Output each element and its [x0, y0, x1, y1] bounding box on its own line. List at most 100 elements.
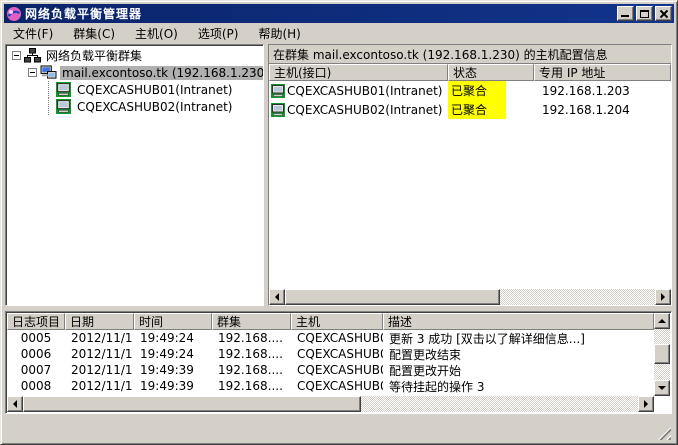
log-row[interactable]: 0006 2012/11/1 19:49:24 192.168.... CQEX…: [7, 346, 654, 362]
scroll-left-icon[interactable]: [7, 396, 23, 412]
scrollbar-thumb[interactable]: [654, 344, 670, 363]
tree-host-label: CQEXCASHUB01(Intranet): [75, 83, 234, 97]
log-vscrollbar[interactable]: [654, 313, 670, 396]
column-header-host-interface[interactable]: 主机(接口): [269, 64, 448, 81]
log-description: 配置更改开始: [383, 362, 654, 378]
log-cluster: 192.168....: [212, 330, 291, 346]
tree-node-host2[interactable]: CQEXCASHUB02(Intranet): [8, 98, 263, 115]
host-private-ip: 192.168.1.204: [534, 100, 671, 119]
host-row[interactable]: CQEXCASHUB01(Intranet) 已聚合 192.168.1.203: [269, 81, 671, 100]
status-badge: 已聚合: [448, 100, 506, 119]
titlebar[interactable]: 网络负载平衡管理器: [4, 4, 674, 23]
tree-host-label: CQEXCASHUB02(Intranet): [75, 100, 234, 114]
host-private-ip: 192.168.1.203: [534, 81, 671, 100]
tree-node-cluster[interactable]: mail.excontoso.tk (192.168.1.230): [8, 64, 263, 81]
tree-node-host1[interactable]: CQEXCASHUB01(Intranet): [8, 81, 263, 98]
log-description: 配置更改结束: [383, 346, 654, 362]
column-header-cluster[interactable]: 群集: [212, 313, 291, 330]
log-entry-id: 0006: [7, 346, 65, 362]
minimize-button[interactable]: [617, 6, 634, 21]
host-converged-icon: [271, 103, 285, 117]
log-cluster: 192.168....: [212, 362, 291, 378]
scroll-right-icon[interactable]: [655, 289, 671, 305]
scrollbar-track[interactable]: [285, 289, 655, 305]
log-cluster: 192.168....: [212, 378, 291, 394]
statusbar: [5, 418, 673, 442]
log-host: CQEXCASHUB02: [291, 378, 383, 394]
menu-file[interactable]: 文件(F): [5, 24, 61, 44]
nlb-clusters-icon: [24, 48, 41, 63]
minimize-icon: [621, 15, 629, 17]
column-header-status[interactable]: 状态: [448, 64, 534, 81]
column-header-host[interactable]: 主机: [291, 313, 383, 330]
host-converged-icon: [55, 99, 72, 114]
log-entry-id: 0007: [7, 362, 65, 378]
log-row[interactable]: 0007 2012/11/1 19:49:39 192.168.... CQEX…: [7, 362, 654, 378]
resize-grip-icon[interactable]: [658, 427, 671, 440]
scroll-up-icon[interactable]: [654, 313, 670, 329]
tree-connector: [48, 98, 49, 115]
log-date: 2012/11/1: [65, 378, 134, 394]
maximize-icon: [640, 10, 649, 18]
log-time: 19:49:24: [134, 330, 212, 346]
log-cluster: 192.168....: [212, 346, 291, 362]
cluster-icon: [40, 65, 57, 80]
host-panel-title: 在群集 mail.excontoso.tk (192.168.1.230) 的主…: [269, 45, 671, 64]
log-time: 19:49:24: [134, 346, 212, 362]
log-row[interactable]: 0008 2012/11/1 19:49:39 192.168.... CQEX…: [7, 378, 654, 394]
scroll-right-icon[interactable]: [638, 396, 654, 412]
event-log-panel: 日志项目 日期 时间 群集 主机 描述 0005 2012/11/1 19:49…: [5, 311, 672, 414]
log-host: CQEXCASHUB01: [291, 330, 383, 346]
event-log-list: 日志项目 日期 时间 群集 主机 描述 0005 2012/11/1 19:49…: [7, 313, 654, 396]
menubar: 文件(F) 群集(C) 主机(O) 选项(P) 帮助(H): [5, 25, 673, 43]
host-row[interactable]: CQEXCASHUB02(Intranet) 已聚合 192.168.1.204: [269, 100, 671, 119]
tree-root-label: 网络负载平衡群集: [44, 47, 144, 64]
log-row[interactable]: 0005 2012/11/1 19:49:24 192.168.... CQEX…: [7, 330, 654, 346]
menu-host[interactable]: 主机(O): [127, 24, 186, 44]
host-name: CQEXCASHUB02(Intranet): [287, 103, 442, 117]
host-converged-icon: [271, 84, 285, 98]
menu-cluster[interactable]: 群集(C): [65, 24, 123, 44]
scrollbar-track[interactable]: [23, 396, 638, 412]
window-title: 网络负载平衡管理器: [25, 5, 617, 22]
collapse-icon[interactable]: [28, 68, 37, 77]
log-time: 19:49:39: [134, 362, 212, 378]
log-hscrollbar[interactable]: [7, 396, 654, 412]
host-list-empty-area: [269, 119, 671, 289]
scroll-left-icon[interactable]: [269, 289, 285, 305]
log-date: 2012/11/1: [65, 346, 134, 362]
column-header-log-entry[interactable]: 日志项目: [7, 313, 65, 330]
log-host: CQEXCASHUB02: [291, 362, 383, 378]
scrollbar-track[interactable]: [654, 329, 670, 380]
menu-help[interactable]: 帮助(H): [250, 24, 308, 44]
host-panel-hscrollbar[interactable]: [269, 289, 671, 305]
scrollbar-thumb[interactable]: [285, 289, 500, 305]
log-header: 日志项目 日期 时间 群集 主机 描述: [7, 313, 654, 330]
host-converged-icon: [55, 82, 72, 97]
column-header-description[interactable]: 描述: [383, 313, 654, 330]
host-name: CQEXCASHUB01(Intranet): [287, 84, 442, 98]
host-list-header: 主机(接口) 状态 专用 IP 地址: [269, 64, 671, 81]
column-header-date[interactable]: 日期: [65, 313, 134, 330]
tree-node-root[interactable]: 网络负载平衡群集: [8, 47, 263, 64]
log-time: 19:49:39: [134, 378, 212, 394]
maximize-button[interactable]: [636, 6, 653, 21]
scrollbar-thumb[interactable]: [23, 396, 361, 412]
close-icon: [659, 9, 669, 19]
tree-cluster-label: mail.excontoso.tk (192.168.1.230): [60, 66, 264, 80]
column-header-private-ip[interactable]: 专用 IP 地址: [534, 64, 671, 81]
column-header-time[interactable]: 时间: [134, 313, 212, 330]
log-entry-id: 0008: [7, 378, 65, 394]
host-config-panel: 在群集 mail.excontoso.tk (192.168.1.230) 的主…: [268, 44, 672, 306]
menu-options[interactable]: 选项(P): [190, 24, 247, 44]
app-icon: [6, 6, 22, 22]
scroll-down-icon[interactable]: [654, 380, 670, 396]
log-entry-id: 0005: [7, 330, 65, 346]
collapse-icon[interactable]: [12, 51, 21, 60]
app-window: 网络负载平衡管理器 文件(F) 群集(C) 主机(O) 选项(P) 帮助(H) …: [0, 0, 678, 445]
status-badge: 已聚合: [448, 81, 506, 100]
log-description: 更新 3 成功 [双击以了解详细信息...]: [383, 330, 654, 346]
close-button[interactable]: [655, 6, 672, 21]
cluster-tree-panel: 网络负载平衡群集 mail.excontoso.tk (192.168.1.23…: [5, 44, 264, 306]
log-host: CQEXCASHUB01: [291, 346, 383, 362]
